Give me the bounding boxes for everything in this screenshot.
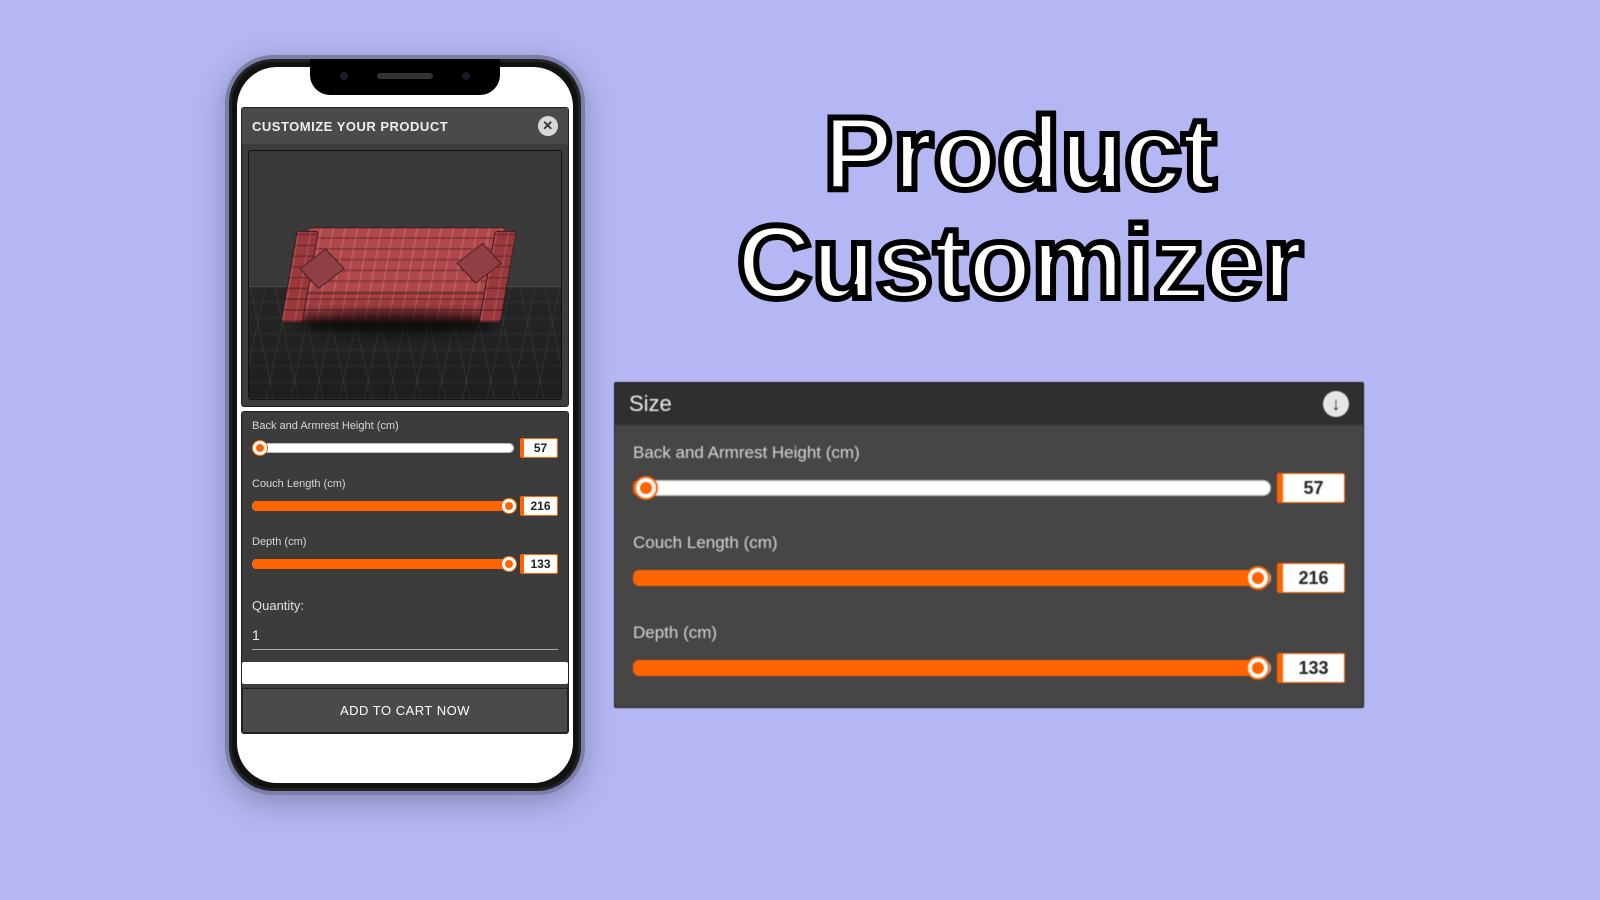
slider-fill [633, 570, 1258, 586]
hero-title-line1: Product [640, 100, 1400, 209]
product-3d-viewport[interactable] [248, 150, 562, 400]
size-detail-header: Size ↓ [615, 383, 1363, 425]
slider-value[interactable]: 216 [1277, 563, 1345, 593]
device-screen: CUSTOMIZE YOUR PRODUCT ✕ [237, 67, 573, 783]
slider-label: Depth (cm) [252, 536, 558, 548]
slider-track[interactable] [633, 660, 1271, 676]
hero-title: Product Customizer [640, 100, 1400, 318]
product-preview-couch [290, 227, 507, 322]
device-frame: CUSTOMIZE YOUR PRODUCT ✕ [225, 55, 585, 795]
detail-slider-couch-length: Couch Length (cm) 216 [633, 533, 1345, 593]
slider-thumb[interactable] [253, 441, 267, 455]
slider-label: Back and Armrest Height (cm) [633, 443, 1345, 463]
slider-back-height: Back and Armrest Height (cm) 57 [252, 420, 558, 458]
slider-track[interactable] [252, 501, 514, 511]
slider-fill [252, 501, 509, 511]
slider-couch-length: Couch Length (cm) 216 [252, 478, 558, 516]
slider-track[interactable] [252, 559, 514, 569]
slider-thumb[interactable] [502, 557, 516, 571]
slider-value[interactable]: 133 [1277, 653, 1345, 683]
customize-panel-header: CUSTOMIZE YOUR PRODUCT ✕ [242, 108, 568, 144]
slider-thumb[interactable] [1248, 658, 1268, 678]
slider-value[interactable]: 133 [520, 554, 558, 574]
slider-depth: Depth (cm) 133 [252, 536, 558, 574]
slider-thumb[interactable] [636, 478, 656, 498]
slider-label: Couch Length (cm) [252, 478, 558, 490]
close-icon[interactable]: ✕ [538, 116, 558, 136]
size-panel-body: Back and Armrest Height (cm) 57 Couch Le… [242, 412, 568, 592]
slider-value[interactable]: 57 [520, 438, 558, 458]
slider-label: Back and Armrest Height (cm) [252, 420, 558, 432]
customize-panel: CUSTOMIZE YOUR PRODUCT ✕ [241, 107, 569, 407]
quantity-row: Quantity: [242, 592, 568, 654]
size-detail-panel: Size ↓ Back and Armrest Height (cm) 57 C… [614, 382, 1364, 708]
size-panel: Back and Armrest Height (cm) 57 Couch Le… [241, 411, 569, 734]
hero-title-line2: Customizer [640, 209, 1400, 318]
quantity-input[interactable] [252, 621, 558, 650]
slider-thumb[interactable] [1248, 568, 1268, 588]
device-notch [310, 59, 500, 95]
size-detail-body: Back and Armrest Height (cm) 57 Couch Le… [615, 425, 1363, 707]
slider-thumb[interactable] [502, 499, 516, 513]
slider-fill [633, 660, 1258, 676]
slider-value[interactable]: 57 [1277, 473, 1345, 503]
detail-slider-depth: Depth (cm) 133 [633, 623, 1345, 683]
slider-label: Depth (cm) [633, 623, 1345, 643]
size-detail-title: Size [629, 391, 672, 417]
slider-track[interactable] [633, 480, 1271, 496]
slider-label: Couch Length (cm) [633, 533, 1345, 553]
add-to-cart-button[interactable]: ADD TO CART NOW [242, 688, 568, 733]
collapse-icon[interactable]: ↓ [1323, 391, 1349, 417]
slider-track[interactable] [252, 443, 514, 453]
customize-panel-title: CUSTOMIZE YOUR PRODUCT [252, 119, 448, 134]
app-root: CUSTOMIZE YOUR PRODUCT ✕ [237, 107, 573, 783]
slider-value[interactable]: 216 [520, 496, 558, 516]
slider-track[interactable] [633, 570, 1271, 586]
panel-divider [242, 662, 568, 684]
quantity-label: Quantity: [252, 598, 558, 613]
detail-slider-back-height: Back and Armrest Height (cm) 57 [633, 443, 1345, 503]
slider-fill [252, 559, 509, 569]
